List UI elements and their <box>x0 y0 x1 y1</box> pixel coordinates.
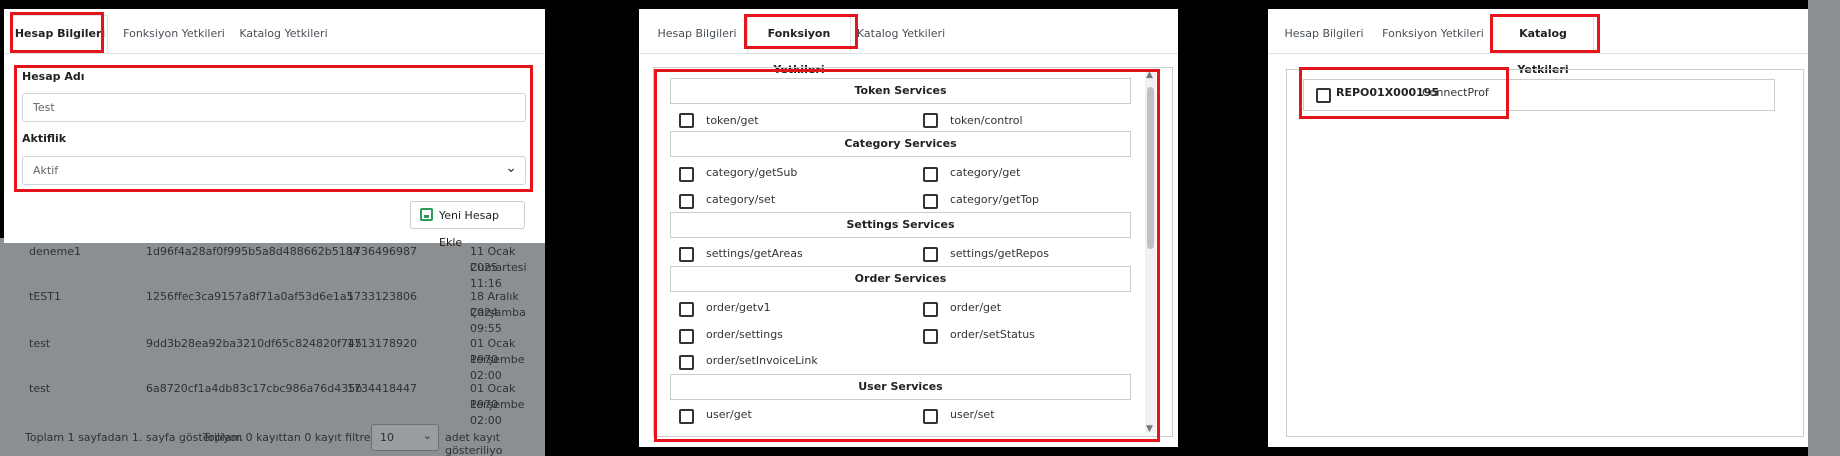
tab-function-permissions[interactable]: Fonksiyon Yetkileri <box>747 15 851 76</box>
group-header-settings: Settings Services <box>670 212 1131 238</box>
group-header-category: Category Services <box>670 131 1131 157</box>
checkbox[interactable] <box>679 355 694 370</box>
table-row: deneme1 1d96f4a28af0f995b5a8d488662b5184… <box>29 245 527 290</box>
checkbox[interactable] <box>923 302 938 317</box>
dialog-tabs: Hesap Bilgileri Fonksiyon Yetkileri Kata… <box>639 9 1178 76</box>
checkbox[interactable] <box>679 409 694 424</box>
checkbox[interactable] <box>679 167 694 182</box>
checkbox[interactable] <box>679 247 694 262</box>
permission-label: category/getSub <box>706 166 798 179</box>
checkbox[interactable] <box>923 167 938 182</box>
catalog-list <box>1286 69 1804 437</box>
tab-account-info[interactable]: Hesap Bilgileri <box>12 15 108 53</box>
scrollbar[interactable]: ▲ ▼ <box>1145 70 1156 434</box>
checkbox[interactable] <box>923 247 938 262</box>
group-header-user: User Services <box>670 374 1131 400</box>
add-account-button[interactable]: Yeni Hesap Ekle <box>410 201 525 249</box>
dialog-tabs: Hesap Bilgileri Fonksiyon Yetkileri Kata… <box>1268 9 1808 76</box>
permission-label: order/getv1 <box>706 301 771 314</box>
table-row: test 6a8720cf1a4db83c17cbc986a76d435b 17… <box>29 382 525 427</box>
table-row: tEST1 1256ffec3ca9157a8f71a0af53d6e1a5 1… <box>29 290 526 335</box>
tab-function-permissions[interactable]: Fonksiyon Yetkileri <box>1378 17 1488 51</box>
checkbox[interactable] <box>923 194 938 209</box>
checkbox[interactable] <box>679 113 694 128</box>
tab-account-info[interactable]: Hesap Bilgileri <box>651 17 743 51</box>
catalog-permissions-dialog: Hesap Bilgileri Fonksiyon Yetkileri Kata… <box>1268 9 1808 447</box>
permission-label: user/get <box>706 408 752 421</box>
tab-account-info[interactable]: Hesap Bilgileri <box>1278 17 1370 51</box>
checkbox[interactable] <box>679 329 694 344</box>
checkbox[interactable] <box>923 113 938 128</box>
checkbox[interactable] <box>679 194 694 209</box>
tab-catalog-permissions[interactable]: Katalog Yetkileri <box>236 17 331 51</box>
tab-catalog-permissions[interactable]: Katalog Yetkileri <box>1492 15 1594 76</box>
chevron-down-icon: ⌄ <box>505 160 517 176</box>
permission-label: category/getTop <box>950 193 1039 206</box>
screenshot-stage: deneme1 1d96f4a28af0f995b5a8d488662b5184… <box>0 0 1840 456</box>
function-permissions-dialog: Hesap Bilgileri Fonksiyon Yetkileri Kata… <box>639 9 1178 447</box>
background-right-strip <box>1808 0 1840 456</box>
permission-label: token/get <box>706 114 759 127</box>
permission-label: order/get <box>950 301 1002 314</box>
checkbox[interactable] <box>679 302 694 317</box>
tab-catalog-permissions[interactable]: Katalog Yetkileri <box>855 17 947 51</box>
dialog-tabs: Hesap Bilgileri Fonksiyon Yetkileri Kata… <box>4 9 545 54</box>
permission-label: category/get <box>950 166 1021 179</box>
table-row: test 9dd3b28ea92ba3210df65c824820f745 17… <box>29 337 525 382</box>
scrollbar-thumb[interactable] <box>1147 87 1154 249</box>
permission-label: token/control <box>950 114 1023 127</box>
chevron-down-icon: ⌄ <box>422 429 432 442</box>
background-table-footer: Toplam 1 sayfadan 1. sayfa gösteriliyor.… <box>0 420 545 456</box>
checkbox[interactable] <box>923 329 938 344</box>
permission-label: order/setStatus <box>950 328 1035 341</box>
permission-label: order/settings <box>706 328 783 341</box>
group-header-token: Token Services <box>670 78 1131 104</box>
save-icon <box>420 208 433 221</box>
scroll-down-icon[interactable]: ▼ <box>1146 424 1153 434</box>
scroll-up-icon[interactable]: ▲ <box>1146 70 1153 80</box>
permission-label: settings/getAreas <box>706 247 803 260</box>
account-name-input[interactable]: Test <box>22 93 526 122</box>
permission-label: user/set <box>950 408 995 421</box>
tab-function-permissions[interactable]: Fonksiyon Yetkileri <box>119 17 229 51</box>
checkbox[interactable] <box>923 409 938 424</box>
account-info-dialog: Hesap Bilgileri Fonksiyon Yetkileri Kata… <box>4 9 545 249</box>
page-size-select[interactable]: 10 ⌄ <box>371 424 439 451</box>
permission-label: settings/getRepos <box>950 247 1049 260</box>
permission-label: order/setInvoiceLink <box>706 354 818 367</box>
page-size-suffix: adet kayıt gösteriliyo <box>445 431 503 456</box>
checkbox[interactable] <box>1316 88 1331 103</box>
account-name-label: Hesap Adı <box>22 70 85 83</box>
status-select[interactable]: Aktif ⌄ <box>22 156 526 185</box>
repo-name: ConnectProf <box>1422 86 1489 99</box>
status-label: Aktiflik <box>22 132 67 145</box>
permission-label: category/set <box>706 193 776 206</box>
group-header-order: Order Services <box>670 266 1131 292</box>
